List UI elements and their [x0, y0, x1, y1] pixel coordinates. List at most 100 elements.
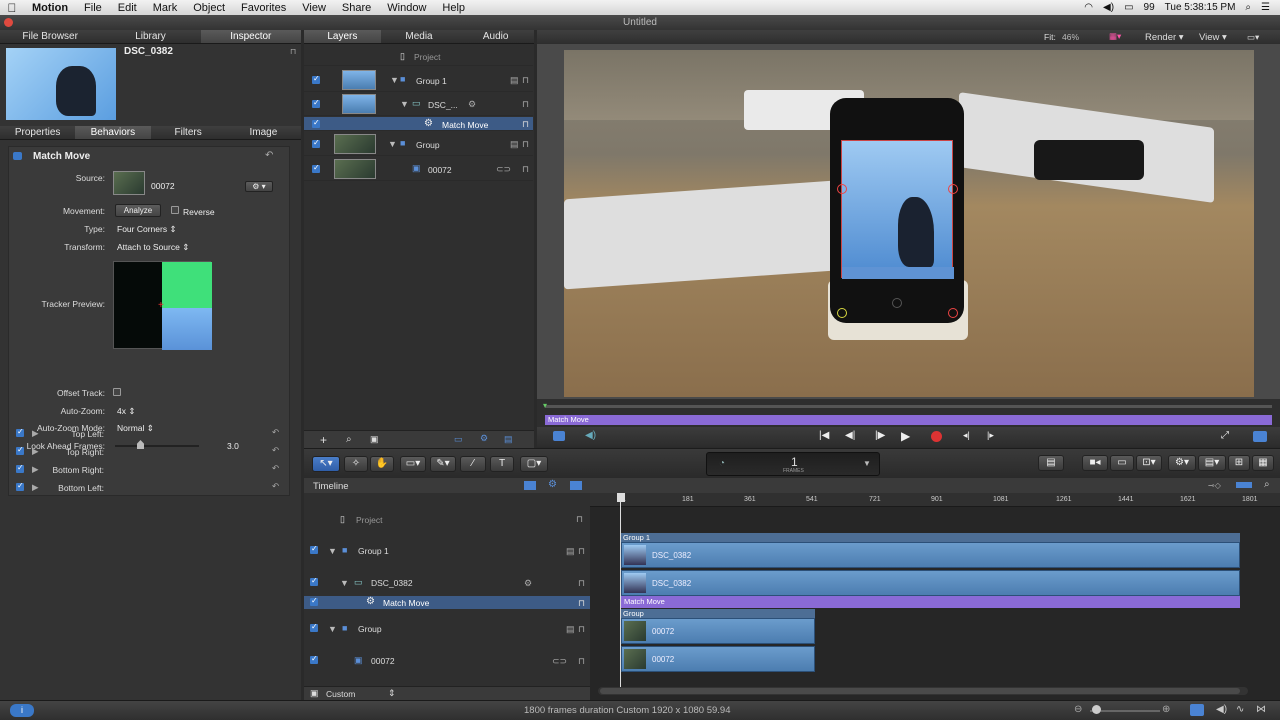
playhead-marker-icon[interactable]: ▾: [543, 401, 547, 410]
zoom-icon[interactable]: ⌕: [1264, 479, 1270, 490]
lock-icon[interactable]: ⊓: [290, 47, 296, 56]
link-icon[interactable]: ⊂⊃: [496, 164, 511, 175]
timeline-ruler[interactable]: 1 181 361 541 721 901 1081 1261 1441 162…: [590, 493, 1280, 507]
hand-tool-icon[interactable]: ✋: [370, 456, 394, 472]
play-icon[interactable]: ▶: [901, 429, 910, 443]
offset-track-checkbox[interactable]: [113, 388, 121, 396]
list-icon[interactable]: ☰: [1261, 2, 1270, 13]
link-icon[interactable]: ⊂⊃: [552, 656, 567, 667]
step-back-icon[interactable]: ◀|: [845, 430, 855, 441]
fullscreen-icon[interactable]: ⤢: [1221, 430, 1229, 441]
timing-dropdown-icon[interactable]: ▼: [863, 459, 871, 468]
layer-name[interactable]: 00072: [428, 165, 452, 175]
timeline-row[interactable]: ▣ 00072 ⊂⊃ ⊓: [304, 650, 590, 670]
row-lock-icon[interactable]: ⊓: [578, 624, 585, 635]
menu-app[interactable]: Motion: [24, 2, 76, 14]
next-keyframe-icon[interactable]: |▸: [987, 430, 994, 441]
timeline-row[interactable]: ▼ ■ Group 1 ▤ ⊓: [304, 540, 590, 560]
timeline-visibility-checkbox[interactable]: [310, 654, 318, 664]
analyze-button[interactable]: Analyze: [115, 204, 161, 217]
tab-file-browser[interactable]: File Browser: [0, 30, 100, 43]
reset-icon[interactable]: ↶: [265, 150, 273, 161]
layer-visibility-checkbox[interactable]: [312, 118, 320, 128]
tab-media[interactable]: Media: [381, 30, 458, 43]
timeline-visibility-checkbox[interactable]: [310, 596, 318, 606]
top-right-reset-icon[interactable]: ↶: [272, 445, 279, 456]
menu-edit[interactable]: Edit: [110, 2, 145, 14]
thumbnail-toggle-icon[interactable]: ▣: [370, 434, 379, 445]
bottom-left-reset-icon[interactable]: ↶: [272, 481, 279, 492]
make-particles-icon[interactable]: ⊞: [1228, 455, 1250, 471]
go-to-start-icon[interactable]: |◀: [819, 430, 829, 441]
tab-behaviors[interactable]: Behaviors: [75, 126, 151, 139]
disclosure-down-icon[interactable]: ▼: [328, 546, 337, 556]
layer-lock-icon[interactable]: ⊓: [522, 75, 529, 86]
behaviors-icon[interactable]: ⚙▾: [1168, 455, 1196, 471]
add-filter-icon[interactable]: ▤: [504, 434, 513, 445]
show-behaviors-icon[interactable]: ⚙: [548, 479, 557, 490]
track-clip[interactable]: DSC_0382: [621, 542, 1240, 568]
layer-options-icon[interactable]: ▤: [510, 75, 519, 86]
volume-icon[interactable]: ◀): [1103, 2, 1114, 13]
timeline-display-icon[interactable]: ▣: [310, 688, 319, 699]
battery-icon[interactable]: ▭: [1124, 2, 1133, 13]
menu-file[interactable]: File: [76, 2, 110, 14]
auto-zoom-select[interactable]: 4x ⇕: [117, 406, 135, 417]
replicator-icon[interactable]: ⊡▾: [1136, 455, 1162, 471]
generator-icon[interactable]: ▭: [1110, 455, 1134, 471]
tab-filters[interactable]: Filters: [151, 126, 226, 139]
menu-clock[interactable]: Tue 5:38:15 PM: [1165, 2, 1236, 13]
menu-help[interactable]: Help: [434, 2, 473, 14]
layer-options-icon[interactable]: ▤: [510, 139, 519, 150]
transform-select[interactable]: Attach to Source ⇕: [117, 242, 189, 253]
search-icon[interactable]: ⌕: [346, 434, 352, 445]
spotlight-icon[interactable]: ⌕: [1245, 2, 1251, 13]
snapping-icon[interactable]: ⋈: [1256, 704, 1266, 715]
zoom-handles-icon[interactable]: ⊸◇: [1208, 481, 1221, 490]
mini-timeline-bar[interactable]: Match Move: [545, 415, 1272, 425]
text-tool-icon[interactable]: T: [490, 456, 514, 472]
tracker-bottom-right-icon[interactable]: [948, 308, 958, 318]
timeline-visibility-checkbox[interactable]: [310, 576, 318, 586]
menu-object[interactable]: Object: [185, 2, 233, 14]
tab-library[interactable]: Library: [100, 30, 200, 43]
track-group-header[interactable]: Group: [621, 609, 815, 618]
layer-row[interactable]: ▣ 00072 ⊂⊃ ⊓: [304, 157, 533, 181]
layer-row-selected[interactable]: ⚙ Match Move ⊓: [304, 117, 533, 131]
tracker-top-right-icon[interactable]: [948, 184, 958, 194]
row-lock-icon[interactable]: ⊓: [578, 578, 585, 589]
timeline-view-dropdown-icon[interactable]: ⇕: [388, 688, 396, 699]
mask-tool-icon[interactable]: ▢▾: [520, 456, 548, 472]
timeline-scrollbar[interactable]: [598, 687, 1248, 695]
info-icon[interactable]: i: [10, 704, 34, 717]
timeline-view-select[interactable]: Custom: [326, 689, 355, 699]
menu-view[interactable]: View: [294, 2, 334, 14]
add-layer-icon[interactable]: +: [320, 433, 327, 447]
paint-stroke-icon[interactable]: ⁄: [460, 456, 486, 472]
row-options-icon[interactable]: ▤: [566, 624, 575, 635]
share-icon[interactable]: ▦: [1252, 455, 1274, 471]
playhead-handle-icon[interactable]: [617, 493, 625, 502]
layer-lock-icon[interactable]: ⊓: [522, 119, 529, 130]
layer-project-row[interactable]: ▯ Project: [304, 46, 533, 66]
disclosure-down-icon[interactable]: ▼: [400, 99, 409, 109]
tracker-top-left-icon[interactable]: [837, 184, 847, 194]
mini-timeline-ruler[interactable]: [545, 405, 1272, 408]
disclosure-down-icon[interactable]: ▼: [388, 139, 397, 149]
add-behavior-icon[interactable]: ⚙: [480, 433, 488, 444]
layer-name[interactable]: DSC_...: [428, 100, 458, 110]
disclosure-down-icon[interactable]: ▼: [340, 578, 349, 588]
source-gear-icon[interactable]: ⚙ ▾: [245, 181, 273, 192]
row-lock-icon[interactable]: ⊓: [578, 546, 585, 557]
layer-visibility-checkbox[interactable]: [312, 74, 320, 84]
wifi-icon[interactable]: ◠: [1084, 2, 1093, 13]
fit-value[interactable]: 46%: [1062, 32, 1079, 42]
timeline-visibility-checkbox[interactable]: [310, 622, 318, 632]
camera-icon[interactable]: ■◂: [1082, 455, 1108, 471]
audio-timeline-icon[interactable]: ◀): [1216, 704, 1227, 715]
layer-visibility-checkbox[interactable]: [312, 163, 320, 173]
step-forward-icon[interactable]: |▶: [875, 430, 885, 441]
disclosure-down-icon[interactable]: ▼: [390, 75, 399, 85]
transform-tool-icon[interactable]: ✧: [344, 456, 368, 472]
bezier-tool-icon[interactable]: ✎▾: [430, 456, 456, 472]
